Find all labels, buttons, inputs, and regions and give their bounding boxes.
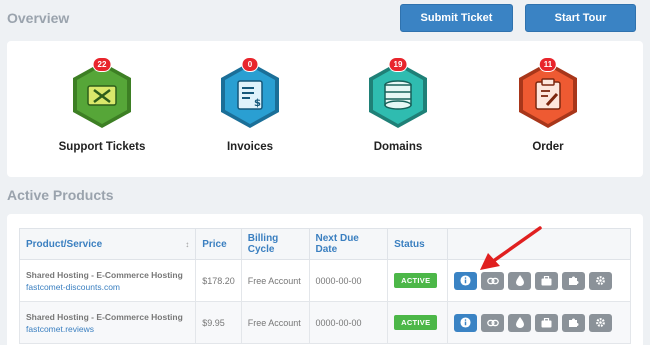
stat-domains[interactable]: 19 Domains: [323, 57, 473, 169]
domains-label: Domains: [373, 141, 423, 153]
link-button[interactable]: [481, 271, 505, 290]
addon-button[interactable]: [562, 313, 586, 332]
drop-button[interactable]: [508, 271, 532, 290]
column-header-price[interactable]: Price: [195, 228, 242, 260]
column-header-product[interactable]: Product/Service ↕: [18, 228, 197, 260]
info-button[interactable]: [454, 313, 478, 332]
actions-cell: [447, 301, 631, 344]
status-badge: ACTIVE: [394, 315, 438, 330]
billing-cycle-cell: Free Account: [240, 301, 310, 344]
clipboard-edit-icon: [535, 78, 561, 110]
stat-support-tickets[interactable]: 22 Support Tickets: [27, 57, 177, 169]
overview-title: Overview: [7, 10, 70, 26]
product-cell: Shared Hosting - E-Commerce Hosting fast…: [18, 259, 197, 302]
support-tickets-hexagon: 22: [70, 57, 134, 131]
column-header-status[interactable]: Status: [387, 228, 449, 260]
order-label: Order: [532, 141, 564, 153]
column-header-billing-cycle[interactable]: Billing Cycle: [240, 228, 310, 260]
database-icon: [384, 80, 412, 110]
link-icon: [486, 319, 499, 326]
briefcase-icon: [541, 275, 552, 285]
domains-count-badge: 19: [388, 57, 408, 72]
briefcase-icon: [541, 317, 552, 327]
svg-text:$: $: [254, 98, 261, 109]
sort-icon[interactable]: ↕: [185, 239, 189, 250]
briefcase-button[interactable]: [535, 271, 559, 290]
settings-button[interactable]: [589, 271, 613, 290]
info-icon: [460, 275, 471, 286]
info-button[interactable]: [454, 271, 478, 290]
product-name: Shared Hosting - E-Commerce Hosting: [26, 311, 183, 322]
settings-button[interactable]: [589, 313, 613, 332]
droplet-icon: [515, 317, 524, 328]
support-tickets-label: Support Tickets: [58, 141, 146, 153]
price-cell: $9.95: [195, 301, 242, 344]
next-due-date-cell: 0000-00-00: [308, 259, 389, 302]
invoices-label: Invoices: [226, 141, 274, 153]
product-cell: Shared Hosting - E-Commerce Hosting fast…: [18, 301, 197, 344]
invoices-hexagon: $ 0: [218, 57, 282, 131]
puzzle-icon: [569, 318, 579, 327]
gear-icon: [596, 276, 605, 285]
gear-icon: [596, 318, 605, 327]
info-icon: [460, 317, 471, 328]
product-name: Shared Hosting - E-Commerce Hosting: [26, 269, 183, 280]
column-header-next-due-date[interactable]: Next Due Date: [308, 228, 389, 260]
product-domain-link[interactable]: fastcomet-discounts.com: [26, 282, 189, 292]
puzzle-icon: [569, 276, 579, 285]
annotation-arrow-icon: [480, 226, 542, 270]
product-domain-link[interactable]: fastcomet.reviews: [26, 324, 189, 334]
order-hexagon: 11: [516, 57, 580, 131]
status-badge: ACTIVE: [394, 273, 438, 288]
stat-invoices[interactable]: $ 0 Invoices: [175, 57, 325, 169]
briefcase-button[interactable]: [535, 313, 559, 332]
status-cell: ACTIVE: [387, 259, 449, 302]
stat-order[interactable]: 11 Order: [473, 57, 623, 169]
link-icon: [486, 277, 499, 284]
status-cell: ACTIVE: [387, 301, 449, 344]
domains-hexagon: 19: [366, 57, 430, 131]
order-count-badge: 11: [538, 57, 558, 72]
addon-button[interactable]: [562, 271, 586, 290]
support-tickets-count-badge: 22: [92, 57, 112, 72]
link-button[interactable]: [481, 313, 505, 332]
drop-button[interactable]: [508, 313, 532, 332]
tools-ticket-icon: [87, 85, 117, 106]
active-products-title: Active Products: [7, 187, 114, 203]
active-products-card: Product/Service ↕ Price Billing Cycle Ne…: [7, 214, 643, 345]
invoices-count-badge: 0: [241, 57, 259, 72]
billing-cycle-cell: Free Account: [240, 259, 310, 302]
overview-stats-card: 22 Support Tickets $ 0 Invoices 19 Domai…: [7, 41, 643, 177]
droplet-icon: [515, 275, 524, 286]
start-tour-button[interactable]: Start Tour: [525, 4, 636, 32]
next-due-date-cell: 0000-00-00: [308, 301, 389, 344]
price-cell: $178.20: [195, 259, 242, 302]
table-row[interactable]: Shared Hosting - E-Commerce Hosting fast…: [18, 301, 631, 344]
invoice-icon: $: [237, 80, 263, 110]
submit-ticket-button[interactable]: Submit Ticket: [400, 4, 513, 32]
